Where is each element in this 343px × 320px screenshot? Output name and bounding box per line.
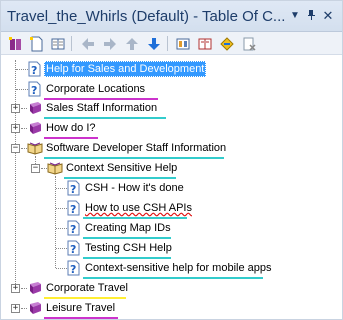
svg-text:?: ?	[31, 64, 37, 77]
toc-item-how-to-use-csh-apis[interactable]: How to use CSH APIs	[83, 200, 194, 216]
diamond-icon[interactable]	[218, 35, 235, 52]
toc-item-creating-map-ids[interactable]: Creating Map IDs	[83, 220, 173, 236]
expand-plus-icon[interactable]: +	[11, 284, 20, 293]
status-underline	[64, 177, 176, 179]
link-book-icon[interactable]	[174, 35, 191, 52]
collapse-minus-icon[interactable]: −	[11, 144, 20, 153]
topic-icon: ?	[66, 240, 82, 256]
topic-icon: ?	[66, 220, 82, 236]
arrow-down-icon[interactable]	[145, 35, 162, 52]
svg-text:?: ?	[70, 263, 76, 276]
toolbar-separator	[71, 36, 72, 51]
toc-item-corporate-travel[interactable]: Corporate Travel	[44, 280, 130, 296]
toc-item-how-do-i[interactable]: How do I?	[44, 120, 98, 136]
toc-item-csh-mobile-apps[interactable]: Context-sensitive help for mobile apps	[83, 260, 273, 276]
toc-item-sales-staff[interactable]: Sales Staff Information	[44, 100, 159, 116]
book-open-icon	[47, 160, 63, 176]
chevron-down-icon[interactable]: ▼	[288, 9, 302, 23]
toolbar-separator	[167, 36, 168, 51]
expand-plus-icon[interactable]: +	[11, 304, 20, 313]
arrow-right-icon[interactable]	[101, 35, 118, 52]
status-underline	[83, 277, 263, 279]
close-icon[interactable]: ✕	[321, 9, 335, 23]
expand-plus-icon[interactable]: +	[11, 104, 20, 113]
toc-item-corporate-locations[interactable]: Corporate Locations	[44, 81, 147, 97]
topic-icon: ?	[66, 200, 82, 216]
toc-item-context-sensitive-help[interactable]: Context Sensitive Help	[64, 160, 179, 176]
status-underline	[44, 137, 98, 139]
pin-icon[interactable]	[304, 9, 318, 23]
topic-icon: ?	[66, 260, 82, 276]
arrow-up-icon[interactable]	[123, 35, 140, 52]
arrow-left-icon[interactable]	[79, 35, 96, 52]
toc-panel: Travel_the_Whirls (Default) - Table Of C…	[0, 0, 343, 320]
svg-text:?: ?	[70, 243, 76, 256]
book-closed-icon	[27, 120, 43, 136]
book-closed-icon	[27, 100, 43, 116]
toc-item-csh-how-its-done[interactable]: CSH - How it's done	[83, 180, 186, 196]
svg-text:?: ?	[31, 84, 37, 97]
toc-toolbar	[1, 32, 342, 55]
book-closed-icon	[27, 280, 43, 296]
status-underline	[44, 157, 224, 159]
status-underline	[44, 297, 126, 299]
expand-plus-icon[interactable]: +	[11, 124, 20, 133]
toc-item-testing-csh-help[interactable]: Testing CSH Help	[83, 240, 174, 256]
status-underline	[44, 117, 166, 119]
book-open-icon	[27, 140, 43, 156]
collapse-minus-icon[interactable]: −	[31, 164, 40, 173]
tree-guide-line	[15, 60, 16, 292]
status-underline	[83, 237, 171, 239]
toc-tree: ? Help for Sales and Development ? Corpo…	[1, 56, 342, 319]
new-book-icon[interactable]	[7, 35, 24, 52]
status-underline	[83, 257, 171, 259]
tree-guide-line	[55, 176, 56, 268]
toc-item-leisure-travel[interactable]: Leisure Travel	[44, 300, 117, 316]
topic-icon: ?	[27, 61, 43, 77]
delete-icon[interactable]	[240, 35, 257, 52]
status-underline	[83, 217, 187, 219]
panel-title: Travel_the_Whirls (Default) - Table Of C…	[7, 8, 286, 25]
svg-text:?: ?	[70, 183, 76, 196]
book-closed-icon	[27, 300, 43, 316]
toc-item-help-for-sales[interactable]: Help for Sales and Development	[44, 61, 207, 77]
status-underline	[44, 317, 118, 319]
panel-titlebar: Travel_the_Whirls (Default) - Table Of C…	[1, 1, 342, 32]
svg-text:?: ?	[70, 203, 76, 216]
new-topic-icon[interactable]	[28, 35, 45, 52]
svg-text:?: ?	[70, 223, 76, 236]
toc-item-software-developer[interactable]: Software Developer Staff Information	[44, 140, 228, 156]
properties-icon[interactable]	[49, 35, 66, 52]
topic-icon: ?	[27, 81, 43, 97]
topic-icon: ?	[66, 180, 82, 196]
book-toc-icon[interactable]	[196, 35, 213, 52]
